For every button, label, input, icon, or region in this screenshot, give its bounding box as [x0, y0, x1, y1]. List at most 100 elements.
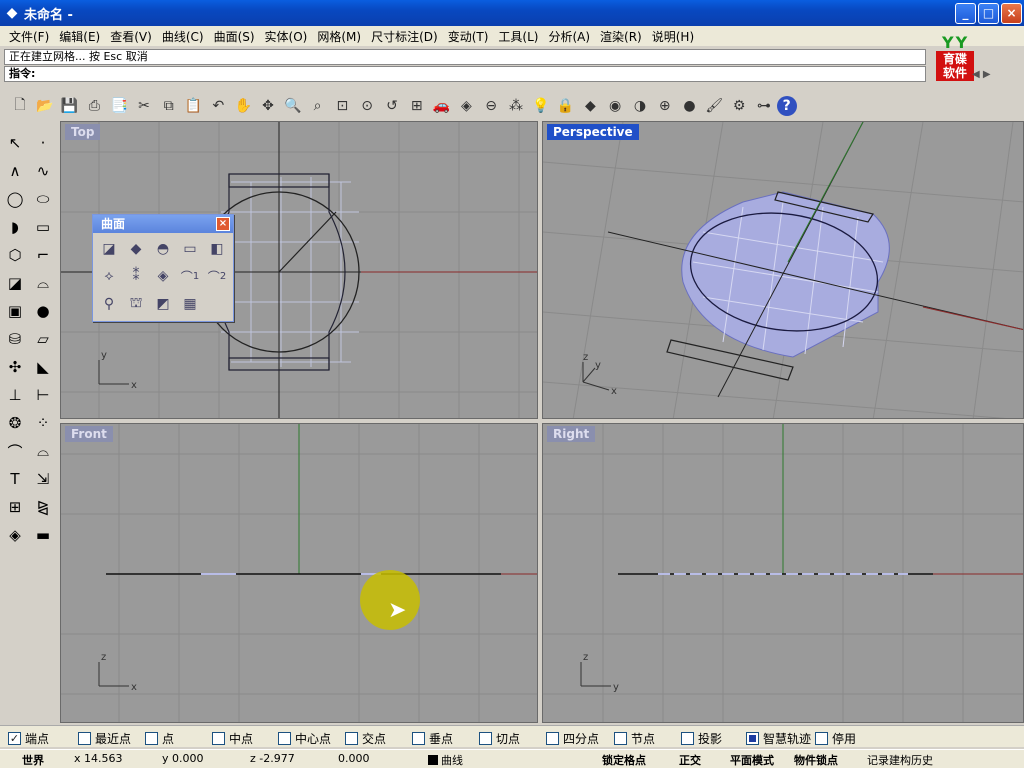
snap-end-checkbox[interactable]: ✓: [8, 732, 21, 745]
surface-sweep2-icon[interactable]: ⌒ 2: [205, 264, 229, 288]
solid-box-icon[interactable]: ◈: [3, 523, 27, 547]
palette-close-button[interactable]: ×: [216, 217, 230, 231]
surface-rectangle-icon[interactable]: ▭: [178, 237, 202, 261]
snap-point[interactable]: 点: [145, 730, 174, 747]
zoom-icon[interactable]: 🔍: [281, 94, 305, 118]
viewport-title-top[interactable]: Top: [65, 124, 101, 140]
viewport-perspective[interactable]: z y x Perspective: [542, 121, 1024, 419]
sphere-solid-icon[interactable]: ●: [31, 299, 55, 323]
status-planar[interactable]: 平面模式: [730, 752, 774, 768]
polyline-icon[interactable]: ∧: [3, 159, 27, 183]
surface-sweep-icon[interactable]: ⌓: [31, 271, 55, 295]
menu-edit[interactable]: 编辑(E): [54, 28, 105, 45]
paste-icon[interactable]: 📋: [182, 94, 206, 118]
select-arrow-icon[interactable]: ↖: [3, 131, 27, 155]
surface-corner-icon[interactable]: ◪: [3, 271, 27, 295]
surface-patch-icon[interactable]: ◓: [151, 237, 175, 261]
menu-transform[interactable]: 变动(T): [443, 28, 494, 45]
options-gear-icon[interactable]: ⚙: [727, 94, 751, 118]
mirror-icon[interactable]: ⧎: [31, 495, 55, 519]
snap-disable[interactable]: 停用: [815, 730, 856, 747]
menu-render[interactable]: 渲染(R): [595, 28, 647, 45]
wireframe-sphere-icon[interactable]: ⊕: [653, 94, 677, 118]
array-icon[interactable]: ⊞: [3, 495, 27, 519]
snap-perpendicular[interactable]: 垂点: [412, 730, 453, 747]
snap-intersection-checkbox[interactable]: [345, 732, 358, 745]
snap-perp-checkbox[interactable]: [412, 732, 425, 745]
explode-icon[interactable]: ⌓: [31, 439, 55, 463]
surface-sweep1-icon[interactable]: ⌒ 1: [178, 264, 202, 288]
menu-analyze[interactable]: 分析(A): [543, 28, 595, 45]
zoom-window-icon[interactable]: ⌕: [306, 94, 330, 118]
snap-disable-checkbox[interactable]: [815, 732, 828, 745]
viewport-right[interactable]: z y Right: [542, 423, 1024, 723]
print-icon[interactable]: ⎙: [82, 94, 106, 118]
ruler-icon[interactable]: ▬: [31, 523, 55, 547]
surface-network-icon[interactable]: ⁑: [124, 264, 148, 288]
menu-tools[interactable]: 工具(L): [493, 28, 543, 45]
join-icon[interactable]: ⌒: [3, 439, 27, 463]
open-folder-icon[interactable]: 📂: [33, 94, 57, 118]
save-icon[interactable]: 💾: [58, 94, 82, 118]
surface-extrude-icon[interactable]: ◧: [205, 237, 229, 261]
new-file-icon[interactable]: 🗋: [8, 94, 32, 118]
render-sphere-icon[interactable]: ●: [678, 94, 702, 118]
status-ortho[interactable]: 正交: [679, 752, 701, 768]
snap-mid-checkbox[interactable]: [212, 732, 225, 745]
snap-near[interactable]: 最近点: [78, 730, 131, 747]
transform-icon[interactable]: ✣: [3, 355, 27, 379]
menu-mesh[interactable]: 网格(M): [312, 28, 366, 45]
menu-dimension[interactable]: 尺寸标注(D): [366, 28, 443, 45]
snap-quad[interactable]: 四分点: [546, 730, 599, 747]
status-cplane[interactable]: 世界: [22, 752, 44, 768]
properties-icon[interactable]: ⊶: [752, 94, 776, 118]
snap-smarttrack[interactable]: 智慧轨迹: [746, 730, 811, 747]
snap-smarttrack-checkbox[interactable]: [746, 732, 759, 745]
menu-file[interactable]: 文件(F): [4, 28, 54, 45]
minimize-button[interactable]: _: [955, 3, 976, 24]
status-record-history[interactable]: 记录建构历史: [867, 752, 933, 768]
rhino-app-icon[interactable]: ◆: [4, 5, 20, 21]
palette-header[interactable]: 曲面 ×: [93, 215, 233, 233]
surface-loft-icon[interactable]: ⟡: [97, 264, 121, 288]
curve-icon[interactable]: ∿: [31, 159, 55, 183]
menu-view[interactable]: 查看(V): [105, 28, 157, 45]
menu-solid[interactable]: 实体(O): [260, 28, 313, 45]
trim-icon[interactable]: ⊥: [3, 383, 27, 407]
zoom-selected-icon[interactable]: ⊙: [355, 94, 379, 118]
viewport-title-perspective[interactable]: Perspective: [547, 124, 639, 140]
fillet-curve-icon[interactable]: ⌐: [31, 243, 55, 267]
shade-icon[interactable]: ◑: [628, 94, 652, 118]
surface-heightfield-icon[interactable]: ▦: [178, 292, 202, 316]
move-icon[interactable]: ⇲: [31, 467, 55, 491]
split-icon[interactable]: ⊢: [31, 383, 55, 407]
zoom-extents-icon[interactable]: ⊡: [330, 94, 354, 118]
color-wheel-icon[interactable]: ◉: [603, 94, 627, 118]
snap-quad-checkbox[interactable]: [546, 732, 559, 745]
surface-from-points-icon[interactable]: ◪: [97, 237, 121, 261]
snap-knot-checkbox[interactable]: [614, 732, 627, 745]
surface-edge-icon[interactable]: ◆: [124, 237, 148, 261]
snap-end[interactable]: ✓ 端点: [8, 730, 49, 747]
snap-intersection[interactable]: 交点: [345, 730, 386, 747]
select-points-icon[interactable]: ⁂: [504, 94, 528, 118]
viewport-front[interactable]: z x Front: [60, 423, 538, 723]
undo-icon[interactable]: ↶: [206, 94, 230, 118]
snap-center[interactable]: 中心点: [278, 730, 331, 747]
surface-revolve-icon[interactable]: ◈: [151, 264, 175, 288]
status-osnap[interactable]: 物件锁点: [794, 752, 838, 768]
point-icon[interactable]: ·: [31, 131, 55, 155]
viewport-title-front[interactable]: Front: [65, 426, 113, 442]
undo-view-icon[interactable]: ↺: [380, 94, 404, 118]
rotate-view-icon[interactable]: ✥: [256, 94, 280, 118]
menu-help[interactable]: 说明(H): [647, 28, 699, 45]
box-solid-icon[interactable]: ▣: [3, 299, 27, 323]
import-icon[interactable]: 📑: [107, 94, 131, 118]
surface-planar-icon[interactable]: ◩: [151, 292, 175, 316]
snap-near-checkbox[interactable]: [78, 732, 91, 745]
surface-rail-revolve-icon[interactable]: ⚲: [97, 292, 121, 316]
point-object-icon[interactable]: ⊖: [479, 94, 503, 118]
mesh-plane-icon[interactable]: ▱: [31, 327, 55, 351]
polygon-icon[interactable]: ⬡: [3, 243, 27, 267]
command-scroll-arrows[interactable]: ◀ ▶: [972, 69, 991, 80]
